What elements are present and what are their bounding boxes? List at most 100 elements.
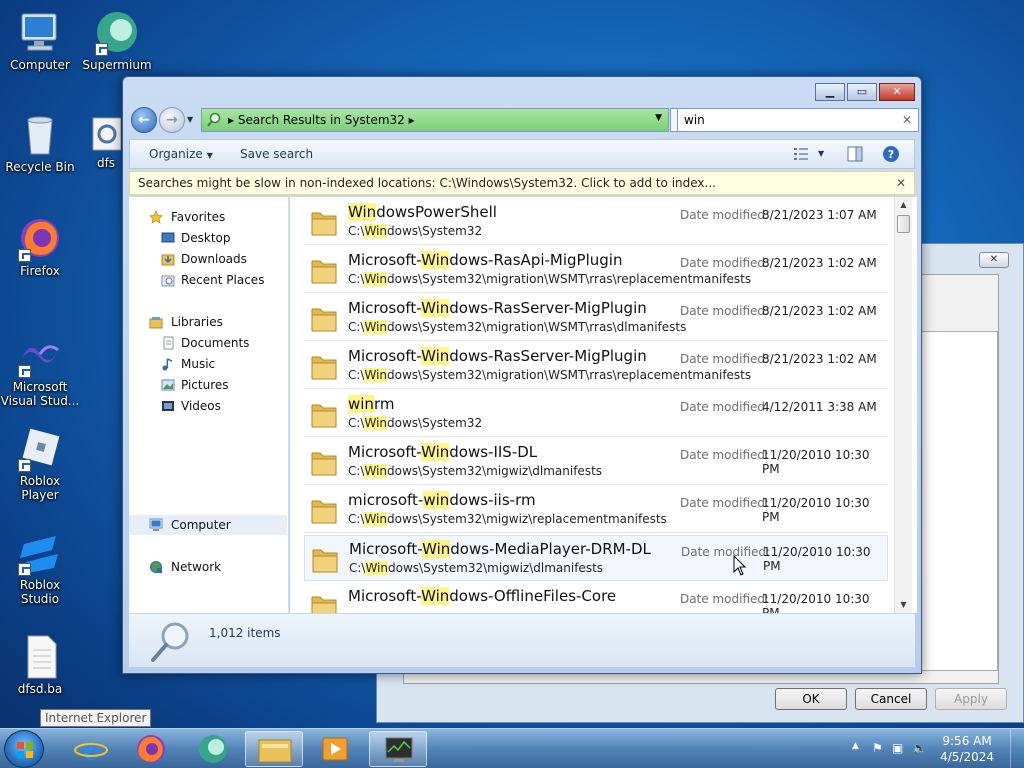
taskbar-internet-explorer[interactable]: e (62, 731, 120, 767)
result-name: WindowsPowerShell (348, 203, 497, 221)
search-highlight: Win (421, 299, 450, 317)
result-name-part: dows-RasServer-MigPlugin (449, 347, 647, 365)
volume-muted-icon[interactable]: 🔈 (912, 741, 928, 757)
desktop-icon-computer[interactable]: Computer (0, 8, 80, 72)
desktop-icon-dfs[interactable]: dfs (86, 114, 126, 170)
desktop-icon-dfsd[interactable]: dfsd.ba (0, 632, 80, 696)
ok-button[interactable]: OK (775, 688, 847, 710)
nav-item-recent-places[interactable]: Recent Places (129, 270, 287, 290)
folder-icon (311, 308, 337, 332)
result-row[interactable]: Microsoft-Windows-MediaPlayer-DRM-DL C:\W… (304, 535, 888, 581)
close-icon: ✕ (892, 85, 902, 98)
folder-icon (311, 404, 337, 428)
media-player-icon (322, 737, 348, 761)
nav-item-favorites[interactable]: Favorites (129, 207, 287, 227)
back-button[interactable]: ← (131, 107, 157, 133)
date-modified-label: Date modified: (680, 352, 770, 366)
result-path: C:\Windows\System32\migration\WSMT\rras\… (348, 320, 686, 334)
desktop-icon-roblox-player[interactable]: Roblox Player (0, 424, 80, 502)
result-name: Microsoft-Windows-RasApi-MigPlugin (348, 251, 622, 269)
taskbar-task-manager[interactable] (369, 731, 427, 767)
desktop-icon-firefox[interactable]: Firefox (0, 214, 80, 278)
details-pane: 1,012 items (129, 613, 915, 667)
search-highlight: win (423, 491, 450, 509)
result-row[interactable]: Microsoft-Windows-RasServer-MigPlugin C:\… (304, 295, 888, 341)
result-row[interactable]: winrm C:\Windows\System32 Date modified: 4/… (304, 391, 888, 437)
view-dropdown-icon[interactable]: ▼ (818, 149, 824, 158)
desktop-icon-visual-studio[interactable]: Microsoft Visual Stud... (0, 330, 80, 408)
nav-item-videos[interactable]: Videos (129, 396, 287, 416)
search-input[interactable]: win ✕ (677, 108, 919, 132)
nav-item-network[interactable]: Network (129, 557, 287, 577)
taskbar-supermium[interactable] (184, 731, 242, 767)
result-row[interactable]: Microsoft-Windows-OfflineFiles-Core Date … (304, 583, 888, 613)
organize-button[interactable]: Organize ▼ (149, 147, 213, 161)
address-dropdown-icon[interactable]: ▼ (655, 113, 662, 123)
address-bar[interactable]: ▸ Search Results in System32 ▸ ▼ (201, 108, 669, 132)
computer-icon (149, 518, 163, 531)
arrow-left-icon: ← (138, 112, 150, 128)
nav-item-pictures[interactable]: Pictures (129, 375, 287, 395)
nav-item-computer[interactable]: Computer (129, 515, 287, 535)
search-highlight: win (348, 395, 374, 413)
clock[interactable]: 9:56 AM 4/5/2024 (940, 733, 994, 765)
action-center-flag-icon[interactable]: ⚑ (872, 741, 888, 757)
nav-item-libraries[interactable]: Libraries (129, 312, 287, 332)
result-row[interactable]: microsoft-windows-iis-rm C:\Windows\Syste… (304, 487, 888, 533)
scroll-up-arrow-icon[interactable]: ▲ (895, 197, 912, 213)
recent-pages-dropdown[interactable]: ▼ (187, 115, 193, 124)
apply-button[interactable]: Apply (935, 688, 1007, 710)
close-button[interactable]: ✕ (879, 83, 915, 101)
preview-pane-icon[interactable] (846, 145, 864, 163)
start-button[interactable] (4, 730, 44, 768)
arrow-right-icon: → (166, 112, 178, 128)
cancel-button[interactable]: Cancel (855, 688, 927, 710)
close-icon[interactable]: ✕ (896, 172, 906, 194)
result-name: Microsoft-Windows-IIS-DL (348, 443, 537, 461)
view-options-icon[interactable] (792, 145, 810, 163)
nav-item-downloads[interactable]: Downloads (129, 249, 287, 269)
breadcrumb-search-results[interactable]: Search Results in System32 (238, 113, 405, 127)
results-scrollbar[interactable]: ▲ ▼ (894, 197, 912, 613)
show-desktop-button[interactable] (1010, 729, 1024, 768)
bg-dialog-close-button[interactable]: ✕ (979, 252, 1009, 268)
result-row[interactable]: Microsoft-Windows-RasServer-MigPlugin C:\… (304, 343, 888, 389)
nav-item-desktop[interactable]: Desktop (129, 228, 287, 248)
result-name-part: microsoft- (348, 491, 424, 509)
network-status-icon[interactable]: ▣ (892, 741, 908, 757)
result-name-part: Microsoft- (348, 251, 422, 269)
scrollbar-thumb[interactable] (897, 215, 910, 233)
taskbar-windows-explorer[interactable] (245, 731, 303, 767)
desktop-icon-roblox-studio[interactable]: Roblox Studio (0, 528, 80, 606)
nav-item-music[interactable]: Music (129, 354, 287, 374)
result-row[interactable]: WindowsPowerShell C:\Windows\System32 Date… (304, 199, 888, 245)
date-modified-label: Date modified: (681, 545, 771, 559)
help-icon[interactable]: ? (882, 145, 900, 163)
result-name-part: dows-MediaPlayer-DRM-DL (450, 540, 651, 558)
breadcrumb[interactable]: ▸ Search Results in System32 ▸ (228, 113, 415, 127)
result-row[interactable]: Microsoft-Windows-IIS-DL C:\Windows\Syste… (304, 439, 888, 485)
scroll-down-arrow-icon[interactable]: ▼ (895, 597, 912, 613)
desktop-icon-label: Roblox Studio (19, 578, 61, 606)
minimize-button[interactable]: ▁ (815, 83, 845, 101)
result-path-part: C:\ (348, 320, 365, 334)
folder-icon (311, 212, 337, 236)
maximize-button[interactable]: ▭ (847, 83, 877, 101)
desktop-icon-supermium[interactable]: Supermium (77, 8, 157, 72)
desktop-icon-recycle-bin[interactable]: Recycle Bin (0, 110, 80, 174)
nav-item-documents[interactable]: Documents (129, 333, 287, 353)
show-hidden-icons-icon[interactable]: ▲ (852, 741, 868, 757)
result-name-part: dows-IIS-DL (449, 443, 538, 461)
taskbar-media-player[interactable] (306, 731, 364, 767)
clear-search-icon[interactable]: ✕ (902, 109, 912, 131)
nav-label: Pictures (181, 378, 229, 392)
forward-button[interactable]: → (159, 107, 185, 133)
result-name: Microsoft-Windows-OfflineFiles-Core (348, 587, 616, 605)
info-bar[interactable]: Searches might be slow in non-indexed lo… (129, 171, 915, 195)
nav-label: Documents (181, 336, 250, 350)
search-highlight: Win (348, 203, 377, 221)
date-modified-value: 4/12/2011 3:38 AM (762, 400, 877, 414)
taskbar-firefox[interactable] (122, 731, 180, 767)
result-row[interactable]: Microsoft-Windows-RasApi-MigPlugin C:\Win… (304, 247, 888, 293)
save-search-button[interactable]: Save search (240, 147, 313, 161)
